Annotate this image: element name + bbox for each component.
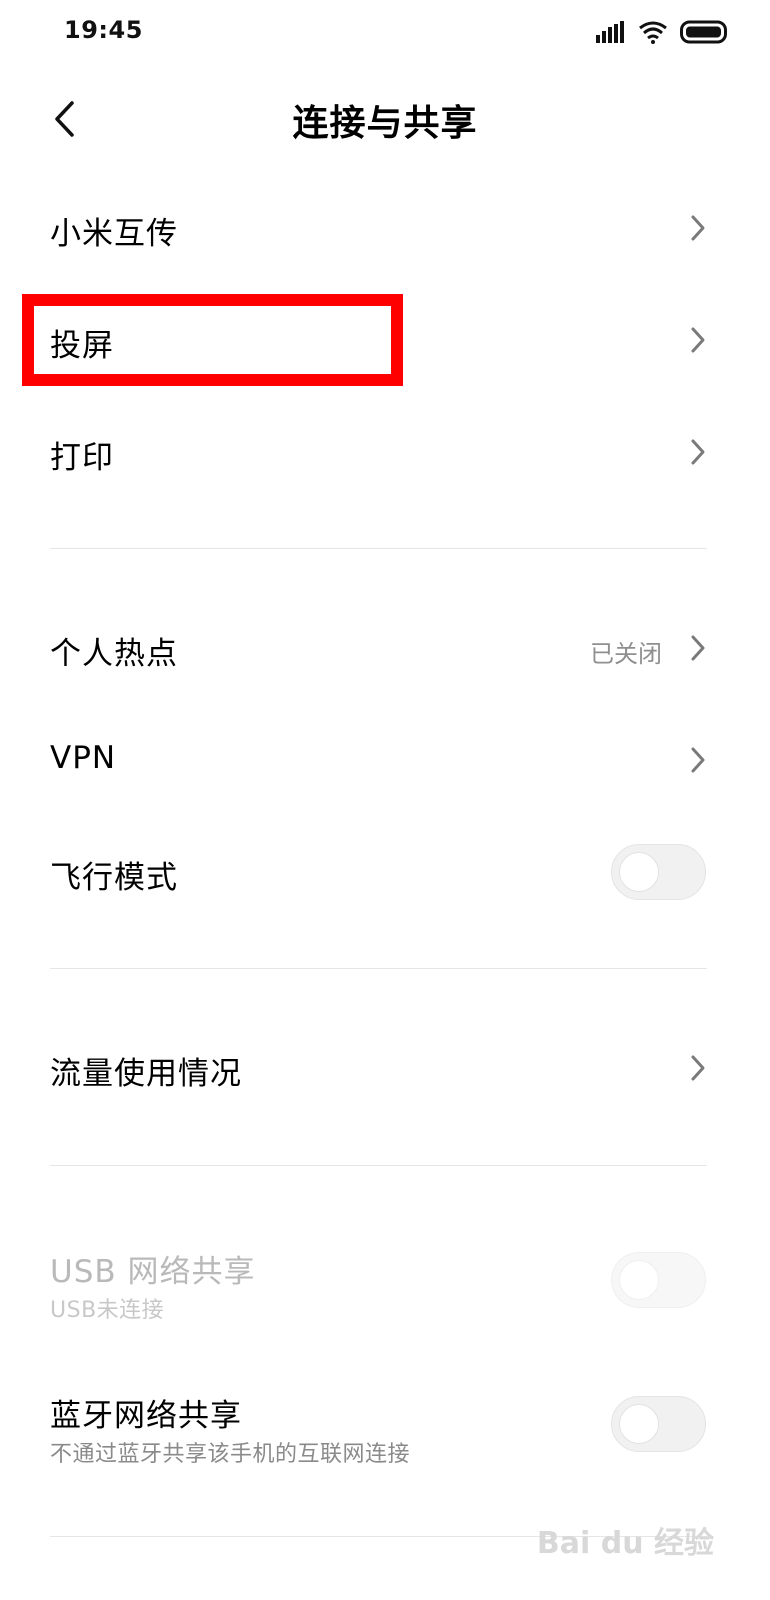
page-title: 连接与共享 bbox=[292, 103, 478, 144]
airplane-mode-toggle[interactable] bbox=[611, 844, 706, 900]
settings-item-hotspot[interactable]: 个人热点 已关闭 bbox=[0, 598, 770, 698]
settings-item-vpn[interactable]: VPN bbox=[0, 710, 770, 810]
status-time: 19:45 bbox=[64, 16, 143, 44]
settings-item-label: 蓝牙网络共享 bbox=[50, 1398, 242, 1434]
settings-item-mi-share[interactable]: 小米互传 bbox=[0, 178, 770, 278]
header: 连接与共享 bbox=[0, 64, 770, 176]
bluetooth-tethering-toggle[interactable] bbox=[611, 1396, 706, 1452]
chevron-right-icon bbox=[691, 327, 705, 353]
toggle-knob bbox=[619, 852, 659, 892]
settings-item-airplane-mode[interactable]: 飞行模式 bbox=[0, 822, 770, 922]
chevron-right-icon bbox=[691, 747, 705, 773]
toggle-knob bbox=[619, 1404, 659, 1444]
settings-item-label: 流量使用情况 bbox=[50, 1056, 242, 1092]
status-icons bbox=[596, 14, 730, 50]
toggle-knob bbox=[619, 1260, 659, 1300]
settings-item-label: 飞行模式 bbox=[50, 860, 178, 896]
usb-tethering-toggle bbox=[611, 1252, 706, 1308]
status-bar: 19:45 bbox=[0, 0, 770, 64]
settings-item-label: USB 网络共享 bbox=[50, 1254, 256, 1290]
chevron-right-icon bbox=[691, 439, 705, 465]
watermark-logo: Bai du 经验 bbox=[536, 1526, 714, 1561]
hotspot-status: 已关闭 bbox=[590, 640, 662, 668]
settings-item-label: 个人热点 bbox=[50, 636, 178, 672]
signal-icon bbox=[596, 21, 624, 43]
divider bbox=[50, 548, 707, 549]
chevron-right-icon bbox=[691, 635, 705, 661]
divider bbox=[50, 1165, 707, 1166]
chevron-right-icon bbox=[691, 215, 705, 241]
settings-item-label: 投屏 bbox=[50, 328, 114, 364]
settings-item-label: 打印 bbox=[50, 440, 114, 476]
settings-item-print[interactable]: 打印 bbox=[0, 402, 770, 502]
settings-item-data-usage[interactable]: 流量使用情况 bbox=[0, 1018, 770, 1118]
settings-item-screen-cast[interactable]: 投屏 bbox=[0, 290, 770, 390]
settings-item-subtitle: 不通过蓝牙共享该手机的互联网连接 bbox=[50, 1442, 411, 1467]
wifi-icon bbox=[639, 21, 667, 44]
divider bbox=[50, 968, 707, 969]
settings-item-label: VPN bbox=[50, 740, 117, 776]
battery-icon bbox=[680, 20, 727, 44]
settings-item-label: 小米互传 bbox=[50, 216, 178, 252]
settings-item-subtitle: USB未连接 bbox=[50, 1298, 165, 1323]
chevron-right-icon bbox=[691, 1055, 705, 1081]
settings-item-bluetooth-tethering[interactable]: 蓝牙网络共享 不通过蓝牙共享该手机的互联网连接 bbox=[0, 1374, 770, 1484]
settings-item-usb-tethering: USB 网络共享 USB未连接 bbox=[0, 1230, 770, 1340]
